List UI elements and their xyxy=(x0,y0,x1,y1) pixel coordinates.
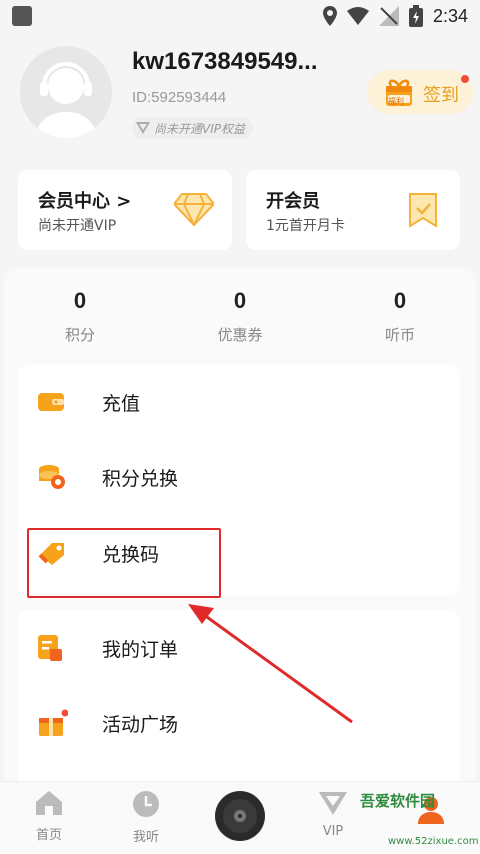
menu-item-recharge[interactable]: 充值 xyxy=(38,382,140,422)
tab-vip[interactable]: VIP xyxy=(298,790,368,839)
app-notification-icon xyxy=(12,6,32,26)
gift-box-icon xyxy=(39,709,68,736)
tab-label: 我听 xyxy=(132,830,159,845)
coins-icon xyxy=(39,465,65,489)
stat-coins[interactable]: 0 听币 xyxy=(350,288,450,345)
wallet-icon xyxy=(38,393,64,411)
menu-label: 积分兑换 xyxy=(102,467,179,490)
stat-value: 0 xyxy=(393,288,407,313)
tab-label: VIP xyxy=(322,824,344,839)
member-center-subtitle: 尚未开通VIP xyxy=(38,218,117,234)
menu-label: 我的订单 xyxy=(102,638,179,661)
username[interactable]: kw1673849549... xyxy=(132,48,318,76)
checkin-button[interactable]: 福利 签到 xyxy=(367,70,473,114)
stat-coupons[interactable]: 0 优惠券 xyxy=(190,288,290,345)
open-member-subtitle: 1元首开月卡 xyxy=(266,218,345,234)
tab-label: 首页 xyxy=(35,828,62,843)
vip-status-tag[interactable]: 尚未开通VIP权益 xyxy=(132,117,253,139)
watermark-url: www.52zixue.com xyxy=(388,836,479,847)
open-member-title: 开会员 xyxy=(266,191,320,212)
member-center-card[interactable]: 会员中心 > 尚未开通VIP xyxy=(18,170,232,250)
menu-item-events[interactable]: 活动广场 xyxy=(38,703,178,743)
clock-icon xyxy=(133,791,159,817)
user-id: ID:592593444 xyxy=(132,89,227,106)
stat-label: 优惠券 xyxy=(217,326,263,344)
status-bar: 2:34 xyxy=(0,0,480,32)
checkin-badge-text: 福利 xyxy=(388,97,404,106)
menu-label: 活动广场 xyxy=(102,713,179,736)
watermark-text: 吾爱软件园 xyxy=(360,792,436,810)
stat-value: 0 xyxy=(233,288,247,313)
bookmark-icon xyxy=(409,193,437,228)
vip-icon xyxy=(319,792,347,815)
menu-item-points-exchange[interactable]: 积分兑换 xyxy=(38,457,178,497)
location-icon xyxy=(322,6,337,26)
tab-listen[interactable]: 我听 xyxy=(111,790,181,845)
home-icon xyxy=(36,791,62,815)
menu-item-my-orders[interactable]: 我的订单 xyxy=(38,628,178,668)
stat-value: 0 xyxy=(73,288,87,313)
status-icons: 2:34 xyxy=(322,4,468,28)
vip-badge-icon xyxy=(136,122,150,134)
vip-status-text: 尚未开通VIP权益 xyxy=(154,121,245,136)
clock-time: 2:34 xyxy=(432,5,468,26)
avatar[interactable] xyxy=(20,46,112,138)
checkin-label: 签到 xyxy=(423,85,459,106)
disc-icon xyxy=(223,799,257,833)
player-disc-button[interactable] xyxy=(215,791,265,841)
annotation-arrow-icon xyxy=(188,604,353,724)
tab-home[interactable]: 首页 xyxy=(14,790,84,843)
signal-icon xyxy=(378,6,399,26)
default-avatar-icon xyxy=(34,62,98,138)
diamond-icon xyxy=(174,193,214,226)
stat-points[interactable]: 0 积分 xyxy=(30,288,130,345)
highlight-box xyxy=(27,528,221,598)
battery-icon xyxy=(408,5,423,27)
open-member-card[interactable]: 开会员 1元首开月卡 xyxy=(246,170,460,250)
wifi-icon xyxy=(346,7,369,25)
stat-label: 积分 xyxy=(64,326,95,344)
checkin-dot xyxy=(461,75,469,83)
member-center-title: 会员中心 > xyxy=(38,191,132,212)
stat-label: 听币 xyxy=(384,326,415,344)
menu-label: 充值 xyxy=(102,392,141,415)
order-icon xyxy=(38,635,62,661)
